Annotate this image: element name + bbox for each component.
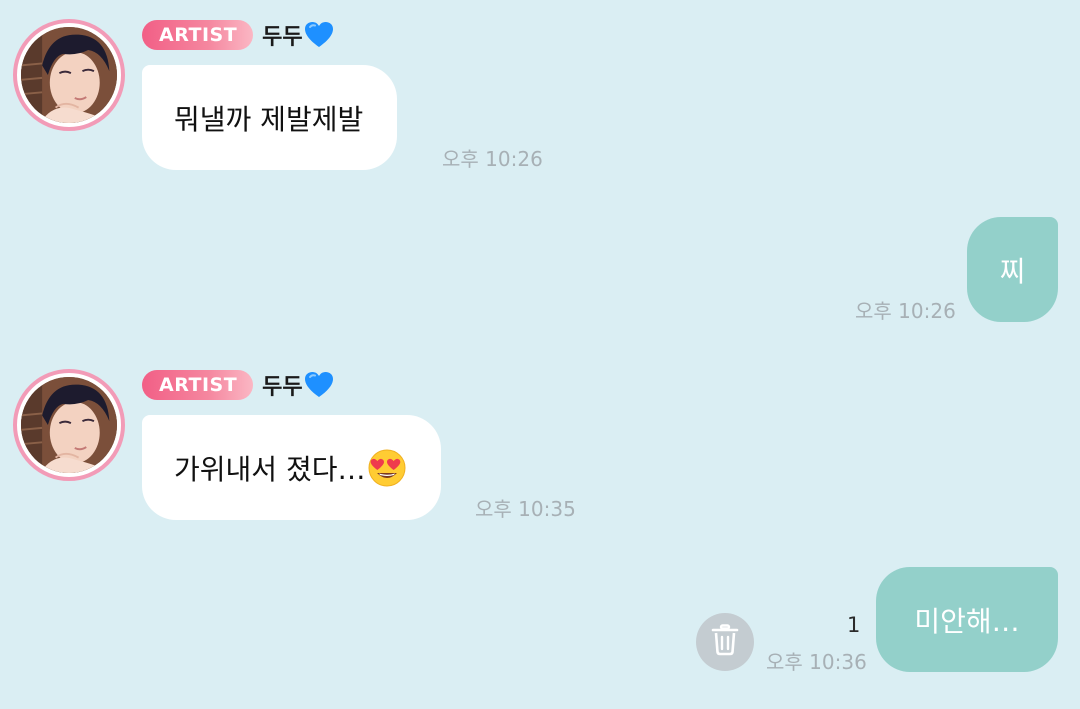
message-bubble-incoming[interactable]: 가위내서 졌다… — [142, 415, 442, 520]
message-bubble-outgoing[interactable]: 미안해… — [876, 567, 1058, 672]
message-bubble-outgoing[interactable]: 찌 — [967, 217, 1058, 322]
message-timestamp: 오후 10:26 — [855, 299, 956, 323]
sender-row: ARTIST 두두 — [142, 368, 334, 402]
sender-name-text: 두두 — [262, 375, 303, 400]
avatar[interactable] — [13, 19, 125, 131]
message-text: 뭐낼까 제발제발 — [174, 102, 364, 136]
blue-heart-icon — [304, 20, 334, 50]
sender-row: ARTIST 두두 — [142, 18, 334, 52]
message-timestamp: 오후 10:26 — [442, 147, 543, 171]
message-timestamp: 오후 10:36 — [766, 650, 867, 674]
artist-badge: ARTIST — [142, 370, 254, 400]
trash-icon — [710, 624, 740, 660]
heart-eyes-emoji-icon — [367, 448, 407, 488]
delete-message-button[interactable] — [696, 613, 754, 671]
message-text: 가위내서 졌다… — [174, 452, 366, 486]
sender-name[interactable]: 두두 — [262, 369, 333, 401]
message-text: 찌 — [999, 254, 1026, 288]
sender-name[interactable]: 두두 — [262, 19, 333, 51]
avatar-image — [21, 27, 117, 123]
message-text: 미안해… — [914, 604, 1020, 638]
artist-badge: ARTIST — [142, 20, 254, 50]
avatar-image — [21, 377, 117, 473]
sender-name-text: 두두 — [262, 25, 303, 50]
message-timestamp: 오후 10:35 — [475, 497, 576, 521]
avatar[interactable] — [13, 369, 125, 481]
blue-heart-icon — [304, 370, 334, 400]
message-bubble-incoming[interactable]: 뭐낼까 제발제발 — [142, 65, 398, 170]
unread-count: 1 — [847, 613, 861, 637]
